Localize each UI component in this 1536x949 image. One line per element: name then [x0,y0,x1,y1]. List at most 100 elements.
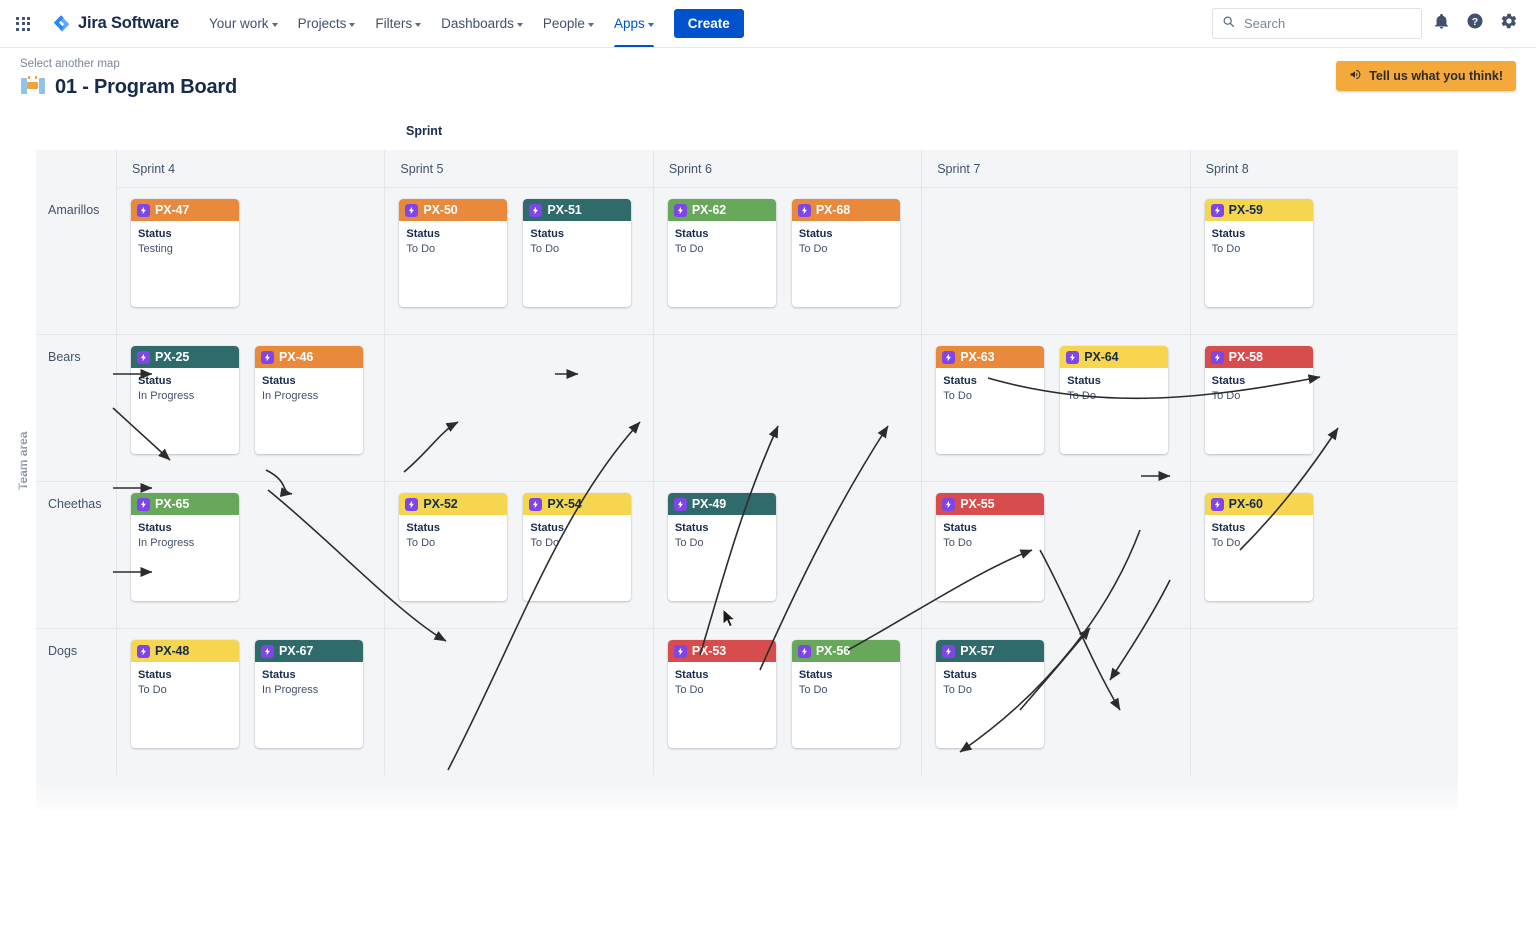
primary-nav-items: Your work Projects Filters Dashboards Pe… [199,0,744,47]
row-cells: PX-48 Status To Do PX-67 Status In Progress PX… [116,629,1458,775]
row-header-cheethas[interactable]: Cheethas [36,482,116,629]
notifications-button[interactable] [1426,9,1456,39]
nav-item-label: Your work [209,16,269,31]
issue-card[interactable]: PX-63 Status To Do [936,346,1045,454]
app-switcher-button[interactable] [8,9,38,39]
board-cell[interactable]: PX-58 Status To Do [1189,335,1459,482]
issue-card[interactable]: PX-67 Status In Progress [255,640,363,748]
column-header-sprint-8[interactable]: Sprint 8 [1189,150,1459,188]
board-cell[interactable] [1189,629,1458,775]
issue-card[interactable]: PX-51 Status To Do [523,199,632,307]
issue-card[interactable]: PX-57 Status To Do [936,640,1045,748]
issue-card[interactable]: PX-47 Status Testing [131,199,239,307]
issue-card[interactable]: PX-50 Status To Do [399,199,508,307]
column-header-sprint-6[interactable]: Sprint 6 [652,150,922,188]
issue-card-header: PX-58 [1204,346,1313,368]
issue-key: PX-60 [1228,497,1263,511]
story-bolt-icon [137,644,150,658]
board-cell[interactable]: PX-63 Status To Do PX-64 Status To Do [921,335,1190,482]
story-bolt-icon [797,203,811,217]
nav-item-apps[interactable]: Apps [604,0,664,47]
board-cell[interactable]: PX-55 Status To Do [921,482,1190,629]
issue-card[interactable]: PX-52 Status To Do [399,493,508,601]
issue-card[interactable]: PX-64 Status To Do [1060,346,1169,454]
page-header: Select another map 01 - Program Board Te… [0,48,1536,111]
issue-card[interactable]: PX-25 Status In Progress [131,346,239,454]
status-field-label: Status [1211,228,1246,240]
issue-card[interactable]: PX-59 Status To Do [1204,199,1313,307]
board-cell[interactable]: PX-49 Status To Do [652,482,922,629]
issue-card[interactable]: PX-55 Status To Do [936,493,1045,601]
board-cell[interactable] [384,629,652,775]
status-field-value: In Progress [138,389,195,402]
issue-card[interactable]: PX-56 Status To Do [791,640,900,748]
status-field-value: To Do [530,242,560,255]
issue-card-body: Status In Progress [131,368,239,404]
status-field-value: To Do [1211,536,1241,549]
issue-card-body: Status To Do [1060,368,1168,404]
help-button[interactable]: ? [1460,9,1490,39]
issue-card[interactable]: PX-53 Status To Do [667,640,776,748]
issue-card-body: Status In Progress [255,368,363,404]
status-field-label: Status [943,522,977,534]
status-field-label: Status [406,522,441,534]
column-header-sprint-7[interactable]: Sprint 7 [921,150,1190,188]
nav-item-people[interactable]: People [533,0,604,47]
issue-key: PX-62 [691,203,727,217]
board-cell[interactable] [384,335,653,482]
nav-item-projects[interactable]: Projects [288,0,366,47]
issue-card[interactable]: PX-62 Status To Do [667,199,776,307]
row-header-bears[interactable]: Bears [36,335,116,482]
select-another-map-link[interactable]: Select another map [20,58,120,70]
board-cell[interactable]: PX-47 Status Testing [116,188,385,335]
issue-key: PX-52 [423,497,458,511]
issue-card[interactable]: PX-68 Status To Do [791,199,900,307]
issue-card-header: PX-50 [399,199,508,221]
board-cell[interactable] [652,335,922,482]
column-header-sprint-4[interactable]: Sprint 4 [116,150,385,188]
row-cells: PX-65 Status In Progress PX-52 Status To Do PX… [116,482,1459,629]
board-cell[interactable]: PX-25 Status In Progress PX-46 Status In Prog… [116,335,385,482]
board-cell[interactable]: PX-59 Status To Do [1189,188,1459,335]
issue-card[interactable]: PX-48 Status To Do [131,640,239,748]
search-box[interactable] [1212,8,1422,39]
board-cell[interactable]: PX-57 Status To Do [921,629,1189,775]
issue-card-body: Status To Do [399,221,507,257]
issue-card-header: PX-53 [667,640,776,662]
search-input[interactable] [1242,15,1412,32]
board-cell[interactable]: PX-50 Status To Do PX-51 Status To Do [384,188,653,335]
issue-card[interactable]: PX-46 Status In Progress [255,346,363,454]
board-cell[interactable]: PX-60 Status To Do [1189,482,1459,629]
board-cell[interactable]: PX-62 Status To Do PX-68 Status To Do [652,188,922,335]
board-cell[interactable]: PX-53 Status To Do PX-56 Status To Do [652,629,921,775]
nav-item-filters[interactable]: Filters [365,0,431,47]
issue-card-body: Status In Progress [131,515,239,551]
nav-item-dashboards[interactable]: Dashboards [431,0,533,47]
row-header-dogs[interactable]: Dogs [36,629,116,775]
issue-card[interactable]: PX-58 Status To Do [1204,346,1313,454]
board-cell[interactable]: PX-52 Status To Do PX-54 Status To Do [384,482,653,629]
settings-button[interactable] [1494,9,1524,39]
status-field-value: To Do [1067,389,1096,402]
board-cell[interactable] [921,188,1190,335]
issue-key: PX-56 [815,644,851,658]
row-header-amarillos[interactable]: Amarillos [36,188,116,335]
feedback-button[interactable]: Tell us what you think! [1336,61,1516,91]
column-header-sprint-5[interactable]: Sprint 5 [384,150,653,188]
create-button[interactable]: Create [673,9,744,38]
issue-card-header: PX-54 [523,493,632,515]
board-cell[interactable]: PX-65 Status In Progress [116,482,385,629]
issue-key: PX-53 [691,644,727,658]
issue-card[interactable]: PX-49 Status To Do [667,493,776,601]
issue-card-body: Status To Do [1205,515,1313,551]
board-cell[interactable]: PX-48 Status To Do PX-67 Status In Progress [116,629,384,775]
status-field-label: Status [674,669,709,681]
issue-card-header: PX-48 [131,640,239,662]
issue-card[interactable]: PX-65 Status In Progress [131,493,239,601]
nav-item-your-work[interactable]: Your work [199,0,288,47]
issue-card[interactable]: PX-54 Status To Do [523,493,632,601]
story-bolt-icon [137,203,150,217]
issue-card-header: PX-60 [1204,493,1313,515]
issue-card[interactable]: PX-60 Status To Do [1204,493,1313,601]
jira-home-link[interactable]: Jira Software [46,10,185,37]
